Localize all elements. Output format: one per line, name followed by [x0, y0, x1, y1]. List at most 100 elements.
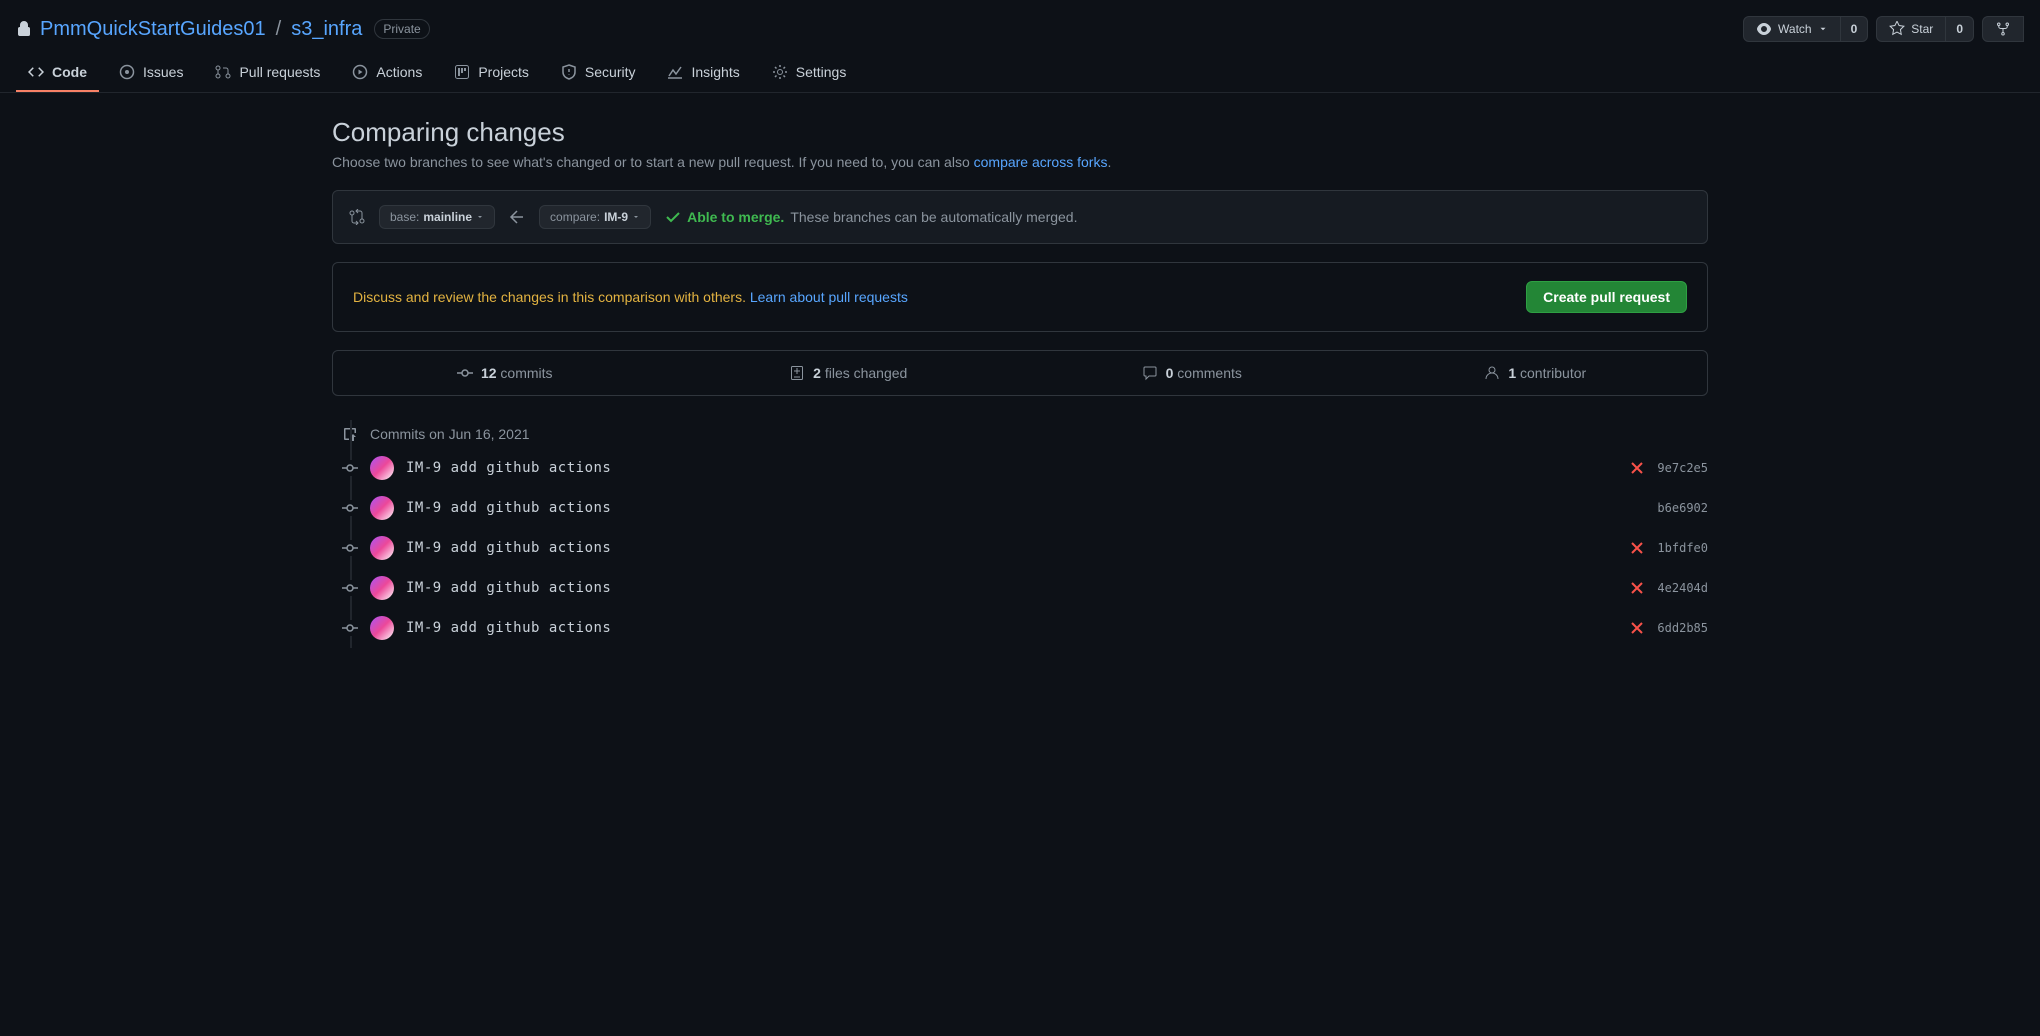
tab-settings-label: Settings	[796, 64, 847, 80]
repo-separator: /	[276, 18, 282, 41]
commit-hash-link[interactable]: 1bfdfe0	[1657, 541, 1708, 555]
avatar[interactable]	[370, 616, 394, 640]
repo-owner-link[interactable]: PmmQuickStartGuides01	[40, 18, 266, 41]
commit-date-label: Commits on Jun 16, 2021	[370, 426, 530, 442]
eye-icon	[1756, 21, 1772, 37]
tab-pulls[interactable]: Pull requests	[203, 54, 332, 92]
tab-actions[interactable]: Actions	[340, 54, 434, 92]
stat-contributors[interactable]: 1 contributor	[1364, 351, 1708, 395]
comment-icon	[1142, 365, 1158, 381]
gear-icon	[772, 64, 788, 80]
tab-insights-label: Insights	[691, 64, 739, 80]
caret-down-icon	[632, 213, 640, 221]
person-icon	[1484, 365, 1500, 381]
avatar[interactable]	[370, 456, 394, 480]
fork-icon	[1995, 21, 2011, 37]
tab-security-label: Security	[585, 64, 636, 80]
repo-name-link[interactable]: s3_infra	[291, 18, 362, 41]
commit-hash-link[interactable]: b6e6902	[1657, 501, 1708, 515]
stat-comments[interactable]: 0 comments	[1020, 351, 1364, 395]
commit-dot-icon	[342, 580, 358, 596]
commit-dot-icon	[342, 620, 358, 636]
x-icon[interactable]	[1629, 580, 1645, 596]
compare-forks-link[interactable]: compare across forks	[974, 154, 1108, 170]
lock-icon	[16, 21, 32, 37]
code-icon	[28, 64, 44, 80]
repo-title: PmmQuickStartGuides01 / s3_infra Private	[16, 18, 430, 41]
star-icon	[1889, 21, 1905, 37]
pull-request-icon	[215, 64, 231, 80]
star-label: Star	[1911, 22, 1933, 36]
commit-row: IM-9 add github actions b6e6902	[342, 488, 1708, 528]
merge-description: These branches can be automatically merg…	[790, 209, 1077, 225]
stats-box: 12 commits 2 files changed 0 comments 1 …	[332, 350, 1708, 396]
discuss-text: Discuss and review the changes in this c…	[353, 289, 908, 305]
commit-dot-icon	[342, 500, 358, 516]
caret-down-icon	[476, 213, 484, 221]
compare-branch-select[interactable]: compare: IM-9	[539, 205, 651, 229]
tab-projects-label: Projects	[478, 64, 529, 80]
tab-code-label: Code	[52, 64, 87, 80]
page-subtitle: Choose two branches to see what's change…	[332, 154, 1708, 170]
tab-pulls-label: Pull requests	[239, 64, 320, 80]
commit-dot-icon	[342, 460, 358, 476]
x-icon[interactable]	[1629, 460, 1645, 476]
base-branch-select[interactable]: base: mainline	[379, 205, 495, 229]
arrow-left-icon	[509, 209, 525, 225]
watch-button[interactable]: Watch	[1743, 16, 1841, 42]
commit-row: IM-9 add github actions 6dd2b85	[342, 608, 1708, 648]
issue-icon	[119, 64, 135, 80]
privacy-badge: Private	[374, 19, 429, 39]
avatar[interactable]	[370, 496, 394, 520]
watch-label: Watch	[1778, 22, 1812, 36]
x-icon[interactable]	[1629, 620, 1645, 636]
commit-message-link[interactable]: IM-9 add github actions	[406, 500, 1645, 516]
stat-commits[interactable]: 12 commits	[333, 351, 677, 395]
caret-down-icon	[1818, 24, 1828, 34]
tab-issues-label: Issues	[143, 64, 183, 80]
check-icon	[665, 209, 681, 225]
play-icon	[352, 64, 368, 80]
tab-projects[interactable]: Projects	[442, 54, 541, 92]
repo-nav: Code Issues Pull requests Actions Projec…	[0, 54, 2040, 93]
star-button[interactable]: Star	[1876, 16, 1946, 42]
tab-insights[interactable]: Insights	[655, 54, 751, 92]
avatar[interactable]	[370, 536, 394, 560]
file-diff-icon	[789, 365, 805, 381]
compare-selector-box: base: mainline compare: IM-9 Able to mer…	[332, 190, 1708, 244]
learn-pr-link[interactable]: Learn about pull requests	[750, 289, 908, 305]
project-icon	[454, 64, 470, 80]
graph-icon	[667, 64, 683, 80]
fork-button[interactable]	[1982, 16, 2024, 42]
tab-actions-label: Actions	[376, 64, 422, 80]
star-count[interactable]: 0	[1946, 16, 1974, 42]
commit-row: IM-9 add github actions 4e2404d	[342, 568, 1708, 608]
commit-message-link[interactable]: IM-9 add github actions	[406, 620, 1617, 636]
commit-hash-link[interactable]: 6dd2b85	[1657, 621, 1708, 635]
watch-count[interactable]: 0	[1841, 16, 1869, 42]
avatar[interactable]	[370, 576, 394, 600]
commit-date-header: Commits on Jun 16, 2021	[342, 420, 1708, 448]
commit-icon	[457, 365, 473, 381]
commit-list: Commits on Jun 16, 2021 IM-9 add github …	[332, 420, 1708, 648]
commit-row: IM-9 add github actions 1bfdfe0	[342, 528, 1708, 568]
shield-icon	[561, 64, 577, 80]
commit-row: IM-9 add github actions 9e7c2e5	[342, 448, 1708, 488]
commit-message-link[interactable]: IM-9 add github actions	[406, 540, 1617, 556]
create-pr-button[interactable]: Create pull request	[1526, 281, 1687, 313]
commit-message-link[interactable]: IM-9 add github actions	[406, 580, 1617, 596]
commit-dot-icon	[342, 540, 358, 556]
commit-hash-link[interactable]: 9e7c2e5	[1657, 461, 1708, 475]
commit-message-link[interactable]: IM-9 add github actions	[406, 460, 1617, 476]
discuss-box: Discuss and review the changes in this c…	[332, 262, 1708, 332]
tab-issues[interactable]: Issues	[107, 54, 195, 92]
stat-files[interactable]: 2 files changed	[677, 351, 1021, 395]
tab-settings[interactable]: Settings	[760, 54, 859, 92]
tab-code[interactable]: Code	[16, 54, 99, 92]
commit-hash-link[interactable]: 4e2404d	[1657, 581, 1708, 595]
merge-status: Able to merge.	[687, 209, 784, 225]
tab-security[interactable]: Security	[549, 54, 648, 92]
x-icon[interactable]	[1629, 540, 1645, 556]
page-title: Comparing changes	[332, 117, 1708, 148]
compare-icon	[349, 209, 365, 225]
